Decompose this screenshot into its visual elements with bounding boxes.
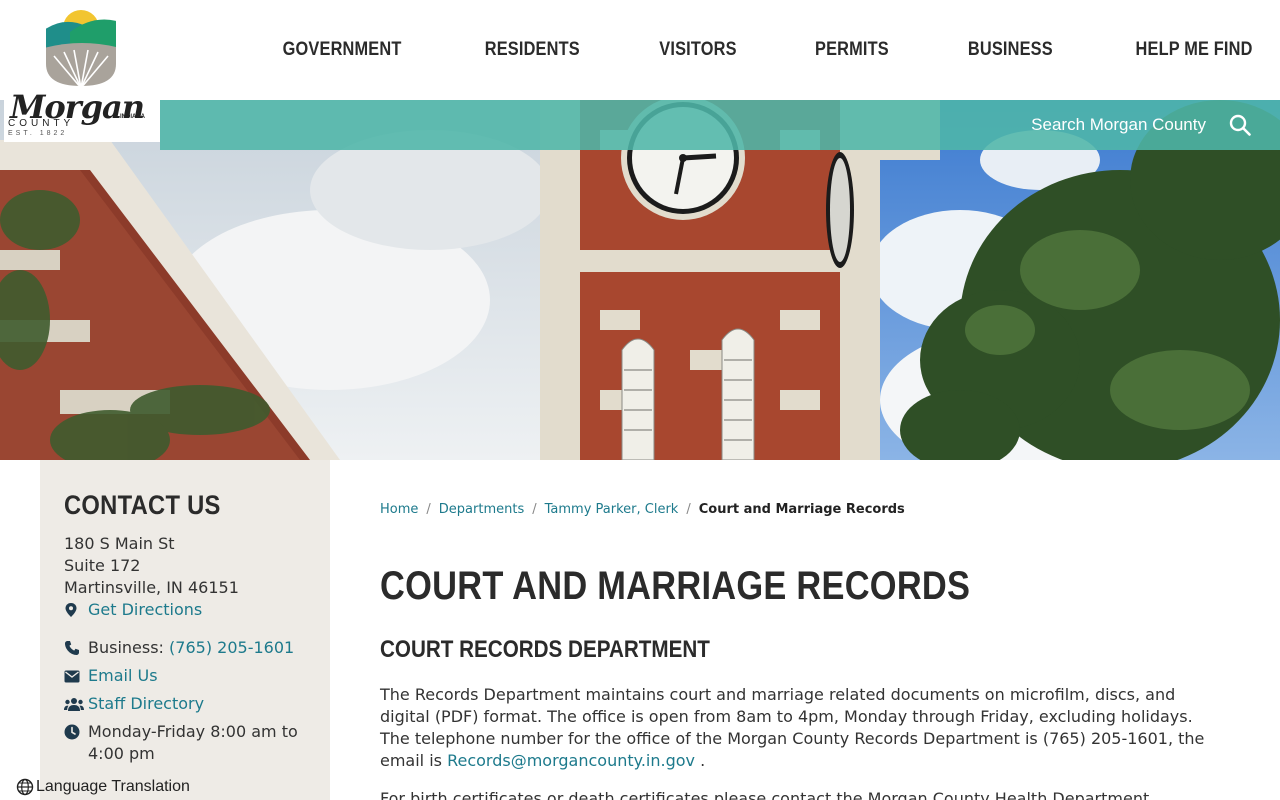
breadcrumb-separator: / <box>426 502 431 517</box>
logo-est: EST. 1822 <box>8 130 68 137</box>
hero-image <box>0 100 1280 460</box>
hours-row: Monday-Friday 8:00 am to 4:00 pm <box>64 721 330 765</box>
breadcrumb-separator: / <box>686 502 691 517</box>
records-description: The Records Department maintains court a… <box>380 684 1210 772</box>
nav-item-business[interactable]: BUSINESS <box>968 39 1053 61</box>
site-logo[interactable]: Morgan INDIANA COUNTY EST. 1822 <box>4 8 160 142</box>
search-button[interactable] <box>1228 113 1252 137</box>
office-hours: Monday-Friday 8:00 am to 4:00 pm <box>88 722 298 763</box>
contact-title: CONTACT US <box>64 490 221 520</box>
staff-directory-link[interactable]: Staff Directory <box>88 693 204 715</box>
records-email-link[interactable]: Records@morgancounty.in.gov <box>447 751 695 770</box>
address-line-2: Suite 172 <box>64 556 141 575</box>
records-description-end: . <box>694 751 706 770</box>
logo-emblem <box>46 10 116 86</box>
breadcrumb-clerk[interactable]: Tammy Parker, Clerk <box>545 502 679 517</box>
envelope-icon <box>64 665 88 687</box>
map-pin-icon <box>64 599 88 621</box>
globe-icon <box>16 778 34 796</box>
language-translation-label: Language Translation <box>36 778 190 795</box>
language-translation-button[interactable]: Language Translation <box>16 778 190 796</box>
birth-death-certificates-note: For birth certificates or death certific… <box>380 789 1155 800</box>
site-header: GOVERNMENT RESIDENTS VISITORS PERMITS BU… <box>0 0 1280 100</box>
main-nav: GOVERNMENT RESIDENTS VISITORS PERMITS BU… <box>240 0 1280 100</box>
phone-row: Business: (765) 205-1601 <box>64 637 330 659</box>
get-directions-link[interactable]: Get Directions <box>88 599 202 621</box>
breadcrumb: Home / Departments / Tammy Parker, Clerk… <box>380 502 905 517</box>
logo-state: INDIANA <box>120 114 145 120</box>
section-title: COURT RECORDS DEPARTMENT <box>380 636 710 663</box>
nav-item-visitors[interactable]: VISITORS <box>660 39 737 61</box>
users-icon <box>64 693 88 715</box>
nav-item-government[interactable]: GOVERNMENT <box>282 39 401 61</box>
contact-sidebar: CONTACT US 180 S Main St Suite 172 Marti… <box>40 460 330 800</box>
page-title: COURT AND MARRIAGE RECORDS <box>380 564 971 608</box>
nav-item-residents[interactable]: RESIDENTS <box>485 39 580 61</box>
breadcrumb-home[interactable]: Home <box>380 502 418 517</box>
directions-row: Get Directions <box>64 599 330 621</box>
phone-icon <box>64 637 88 659</box>
breadcrumb-separator: / <box>532 502 537 517</box>
logo-county: COUNTY <box>8 118 75 129</box>
address-line-1: 180 S Main St <box>64 534 175 553</box>
business-label: Business: <box>88 638 164 657</box>
breadcrumb-current: Court and Marriage Records <box>698 502 905 517</box>
search-input[interactable] <box>876 100 1216 150</box>
breadcrumb-departments[interactable]: Departments <box>439 502 524 517</box>
address-line-3: Martinsville, IN 46151 <box>64 578 239 597</box>
business-phone-link[interactable]: (765) 205-1601 <box>169 637 294 659</box>
nav-item-help-me-find[interactable]: HELP ME FIND <box>1135 39 1252 61</box>
clocktower-photo <box>0 100 1280 460</box>
clock-icon <box>64 721 88 743</box>
search-bar <box>160 100 1280 150</box>
search-icon <box>1229 114 1251 136</box>
email-row: Email Us <box>64 665 330 687</box>
email-us-link[interactable]: Email Us <box>88 665 158 687</box>
staff-row: Staff Directory <box>64 693 330 715</box>
nav-item-permits[interactable]: PERMITS <box>815 39 889 61</box>
